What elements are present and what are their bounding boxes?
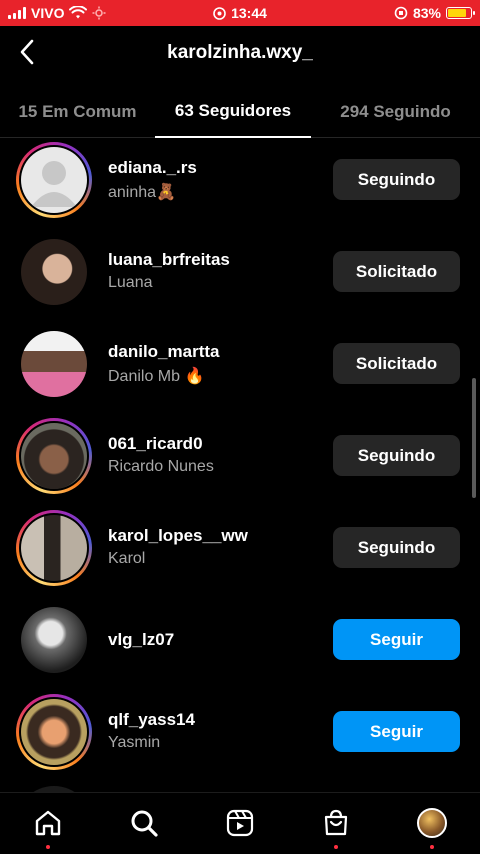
- story-ring[interactable]: [16, 418, 92, 494]
- follow-button[interactable]: Seguir: [333, 711, 460, 752]
- story-ring[interactable]: [16, 694, 92, 770]
- home-icon: [35, 810, 61, 836]
- avatar: [21, 331, 87, 397]
- tab-em-comum[interactable]: 15 Em Comum: [0, 86, 155, 138]
- list-item[interactable]: [0, 782, 480, 792]
- list-item[interactable]: luana_brfreitas Luana Solicitado: [0, 230, 480, 322]
- avatar: [21, 239, 87, 305]
- avatar-frame[interactable]: [16, 602, 92, 678]
- status-left: VIVO: [8, 0, 106, 26]
- full-name: Danilo Mb 🔥: [108, 368, 205, 385]
- tab-seguidores[interactable]: 63 Seguidores: [155, 86, 311, 138]
- status-bar: VIVO 13:44 83%: [0, 0, 480, 26]
- story-ring[interactable]: [16, 142, 92, 218]
- following-button[interactable]: Seguindo: [333, 435, 460, 476]
- username[interactable]: qlf_yass14: [108, 710, 195, 730]
- nav-reels[interactable]: [216, 803, 264, 843]
- header: karolzinha.wxy_: [0, 26, 480, 82]
- nav-shop[interactable]: [312, 803, 360, 849]
- full-name: Karol: [108, 550, 146, 567]
- following-button[interactable]: Seguindo: [333, 527, 460, 568]
- requested-button[interactable]: Solicitado: [333, 251, 460, 292]
- tab-bar: 15 Em Comum 63 Seguidores 294 Seguindo: [0, 86, 480, 138]
- full-name: Luana: [108, 274, 153, 291]
- battery-percent: 83%: [412, 5, 441, 21]
- signal-icon: [8, 7, 26, 19]
- notification-dot: [430, 845, 434, 849]
- notification-dot: [334, 845, 338, 849]
- username[interactable]: vlg_lz07: [108, 630, 174, 650]
- list-item[interactable]: vlg_lz07 Seguir: [0, 598, 480, 690]
- tab-seguindo[interactable]: 294 Seguindo: [311, 86, 480, 138]
- carrier-label: VIVO: [31, 5, 65, 21]
- list-item[interactable]: karol_lopes__ww Karol Seguindo: [0, 506, 480, 598]
- reels-icon: [226, 809, 254, 837]
- notification-dot: [46, 845, 50, 849]
- alarm-icon: [213, 6, 226, 20]
- avatar: [21, 147, 87, 213]
- clock-time: 13:44: [231, 5, 267, 21]
- list-item[interactable]: ediana._.rs aninha🧸 Seguindo: [0, 138, 480, 230]
- nav-search[interactable]: [120, 803, 168, 843]
- avatar-frame[interactable]: [16, 234, 92, 310]
- username[interactable]: karol_lopes__ww: [108, 526, 248, 546]
- wifi-icon: [69, 6, 88, 19]
- nav-home[interactable]: [24, 803, 72, 849]
- avatar: [21, 423, 87, 489]
- activity-icon: [92, 6, 106, 20]
- full-name: Yasmin: [108, 734, 161, 751]
- page-title: karolzinha.wxy_: [167, 42, 313, 63]
- status-right: 83%: [394, 0, 475, 26]
- username[interactable]: 061_ricard0: [108, 434, 203, 454]
- requested-button[interactable]: Solicitado: [333, 343, 460, 384]
- battery-icon: [446, 7, 475, 19]
- avatar: [21, 699, 87, 765]
- avatar-frame[interactable]: [16, 326, 92, 402]
- full-name: Ricardo Nunes: [108, 458, 214, 475]
- list-item[interactable]: qlf_yass14 Yasmin Seguir: [0, 690, 480, 782]
- battery-fill: [448, 9, 467, 17]
- followers-list[interactable]: ediana._.rs aninha🧸 Seguindo luana_brfre…: [0, 138, 480, 792]
- avatar: [21, 515, 87, 581]
- profile-avatar: [417, 808, 447, 838]
- username[interactable]: ediana._.rs: [108, 158, 197, 178]
- story-ring[interactable]: [16, 510, 92, 586]
- username[interactable]: danilo_martta: [108, 342, 219, 362]
- search-icon: [131, 810, 158, 837]
- following-button[interactable]: Seguindo: [333, 159, 460, 200]
- nav-profile[interactable]: [408, 803, 456, 849]
- list-item[interactable]: 061_ricard0 Ricardo Nunes Seguindo: [0, 414, 480, 506]
- bottom-nav: [0, 792, 480, 854]
- avatar: [21, 607, 87, 673]
- shop-icon: [324, 809, 348, 836]
- list-item[interactable]: danilo_martta Danilo Mb 🔥 Solicitado: [0, 322, 480, 414]
- scrollbar[interactable]: [472, 378, 476, 498]
- follow-button[interactable]: Seguir: [333, 619, 460, 660]
- full-name: aninha🧸: [108, 184, 176, 201]
- rotation-lock-icon: [394, 6, 408, 20]
- username[interactable]: luana_brfreitas: [108, 250, 230, 270]
